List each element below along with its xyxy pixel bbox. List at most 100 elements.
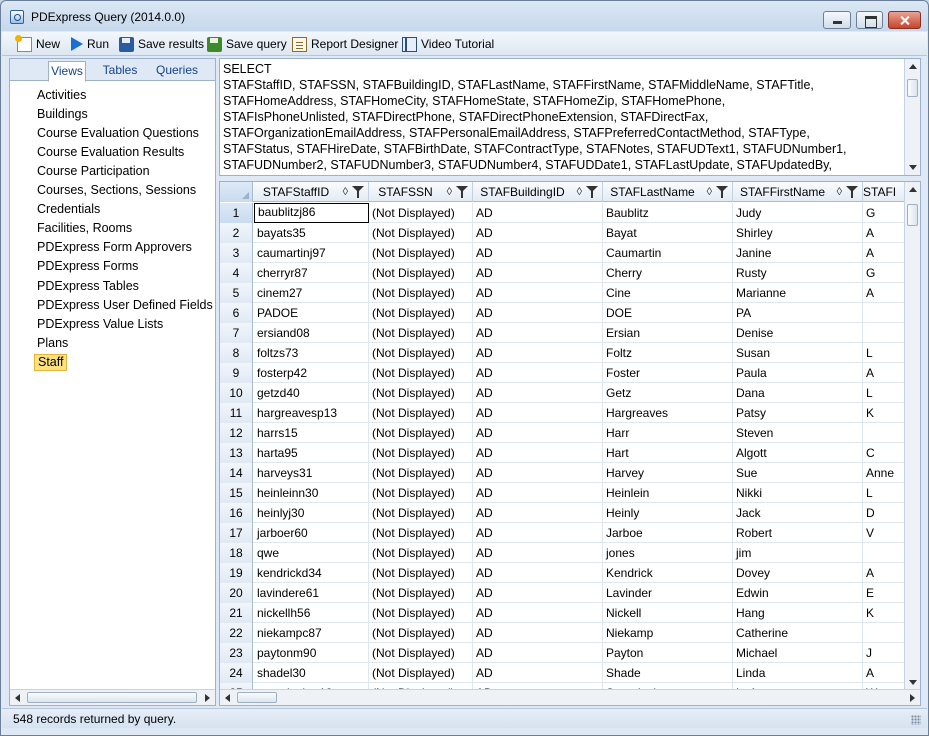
- row-number[interactable]: 21: [220, 603, 253, 623]
- row-number[interactable]: 24: [220, 663, 253, 683]
- table-cell[interactable]: L: [863, 483, 906, 503]
- row-number[interactable]: 11: [220, 403, 253, 423]
- table-row[interactable]: 3 caumartinj97 (Not Displayed) AD Caumartin J…: [220, 243, 906, 263]
- table-cell[interactable]: L: [863, 343, 906, 363]
- view-item[interactable]: Course Participation: [34, 163, 153, 180]
- table-cell[interactable]: Judy: [733, 203, 863, 223]
- table-cell[interactable]: Bayat: [603, 223, 733, 243]
- table-cell[interactable]: AD: [473, 603, 603, 623]
- scroll-thumb[interactable]: [907, 204, 918, 226]
- table-cell[interactable]: Ersian: [603, 323, 733, 343]
- grid-horizontal-scrollbar[interactable]: [220, 689, 920, 705]
- table-cell[interactable]: Lavinder: [603, 583, 733, 603]
- view-item[interactable]: Activities: [34, 87, 89, 104]
- table-cell[interactable]: (Not Displayed): [369, 643, 473, 663]
- table-cell[interactable]: AD: [473, 543, 603, 563]
- scroll-up-icon[interactable]: [909, 64, 917, 69]
- table-cell[interactable]: (Not Displayed): [369, 323, 473, 343]
- column-header[interactable]: STAFLastName ◊: [603, 182, 733, 202]
- table-cell[interactable]: Baublitz: [603, 203, 733, 223]
- table-cell[interactable]: bayats35: [254, 223, 369, 243]
- table-cell[interactable]: Heinlein: [603, 483, 733, 503]
- table-cell[interactable]: cinem27: [254, 283, 369, 303]
- table-cell[interactable]: Cherry: [603, 263, 733, 283]
- view-item[interactable]: Plans: [34, 335, 71, 352]
- table-cell[interactable]: (Not Displayed): [369, 623, 473, 643]
- table-cell[interactable]: Payton: [603, 643, 733, 663]
- table-row[interactable]: 8 foltzs73 (Not Displayed) AD Foltz Susan L: [220, 343, 906, 363]
- tab-tables[interactable]: Tables: [100, 61, 140, 81]
- sort-icon[interactable]: ◊: [343, 185, 348, 199]
- table-cell[interactable]: kendrickd34: [254, 563, 369, 583]
- column-header[interactable]: STAFFirstName ◊: [733, 182, 863, 202]
- filter-icon[interactable]: [456, 186, 468, 198]
- tab-queries[interactable]: Queries: [152, 61, 202, 81]
- table-row[interactable]: 15 heinleinn30 (Not Displayed) AD Heinlein Ni…: [220, 483, 906, 503]
- row-number[interactable]: 15: [220, 483, 253, 503]
- select-all-corner[interactable]: [220, 182, 253, 202]
- table-row[interactable]: 20 lavindere61 (Not Displayed) AD Lavinder Ed…: [220, 583, 906, 603]
- scroll-up-icon[interactable]: [909, 187, 917, 192]
- table-cell[interactable]: AD: [473, 383, 603, 403]
- table-row[interactable]: 6 PADOE (Not Displayed) AD DOE PA: [220, 303, 906, 323]
- table-cell[interactable]: V: [863, 523, 906, 543]
- table-row[interactable]: 5 cinem27 (Not Displayed) AD Cine Marianne A: [220, 283, 906, 303]
- table-cell[interactable]: E: [863, 583, 906, 603]
- table-cell[interactable]: AD: [473, 583, 603, 603]
- table-cell[interactable]: (Not Displayed): [369, 543, 473, 563]
- table-cell[interactable]: AD: [473, 403, 603, 423]
- new-button[interactable]: New: [15, 34, 60, 53]
- table-row[interactable]: 11 hargreavesp13 (Not Displayed) AD Hargreav…: [220, 403, 906, 423]
- row-number[interactable]: 3: [220, 243, 253, 263]
- row-number[interactable]: 7: [220, 323, 253, 343]
- table-cell[interactable]: getzd40: [254, 383, 369, 403]
- table-cell[interactable]: Jarboe: [603, 523, 733, 543]
- table-cell[interactable]: hargreavesp13: [254, 403, 369, 423]
- table-row[interactable]: 19 kendrickd34 (Not Displayed) AD Kendrick Do…: [220, 563, 906, 583]
- row-number[interactable]: 20: [220, 583, 253, 603]
- table-cell[interactable]: paytonm90: [254, 643, 369, 663]
- table-cell[interactable]: (Not Displayed): [369, 423, 473, 443]
- sql-line[interactable]: SELECT: [223, 61, 903, 77]
- report-designer-button[interactable]: Report Designer: [292, 35, 398, 53]
- table-cell[interactable]: C: [863, 443, 906, 463]
- view-item[interactable]: PDExpress Value Lists: [34, 316, 166, 333]
- table-cell[interactable]: Anne: [863, 463, 906, 483]
- row-number[interactable]: 16: [220, 503, 253, 523]
- table-cell[interactable]: (Not Displayed): [369, 383, 473, 403]
- table-cell[interactable]: Hart: [603, 443, 733, 463]
- table-cell[interactable]: A: [863, 663, 906, 683]
- table-cell[interactable]: (Not Displayed): [369, 503, 473, 523]
- table-cell[interactable]: (Not Displayed): [369, 483, 473, 503]
- sql-text[interactable]: SELECT STAFStaffID, STAFSSN, STAFBuilding…: [223, 61, 903, 173]
- table-cell[interactable]: Michael: [733, 643, 863, 663]
- table-row[interactable]: 14 harveys31 (Not Displayed) AD Harvey Sue Ann…: [220, 463, 906, 483]
- table-cell[interactable]: A: [863, 283, 906, 303]
- table-row[interactable]: 16 heinlyj30 (Not Displayed) AD Heinly Jack D: [220, 503, 906, 523]
- horizontal-scrollbar[interactable]: [10, 689, 215, 705]
- table-cell[interactable]: AD: [473, 203, 603, 223]
- table-cell[interactable]: Nikki: [733, 483, 863, 503]
- scroll-left-icon[interactable]: [225, 694, 230, 702]
- view-item[interactable]: Facilities, Rooms: [34, 220, 135, 237]
- table-cell[interactable]: Marianne: [733, 283, 863, 303]
- table-cell[interactable]: Foltz: [603, 343, 733, 363]
- table-cell[interactable]: Linda: [733, 663, 863, 683]
- table-cell[interactable]: harrs15: [254, 423, 369, 443]
- table-cell[interactable]: [863, 543, 906, 563]
- view-item[interactable]: Courses, Sections, Sessions: [34, 182, 199, 199]
- save-results-button[interactable]: Save results: [119, 35, 204, 53]
- table-cell[interactable]: AD: [473, 283, 603, 303]
- table-cell[interactable]: (Not Displayed): [369, 583, 473, 603]
- table-cell[interactable]: baublitzj86: [254, 203, 369, 223]
- table-row[interactable]: 23 paytonm90 (Not Displayed) AD Payton Michae…: [220, 643, 906, 663]
- row-number[interactable]: 5: [220, 283, 253, 303]
- table-cell[interactable]: (Not Displayed): [369, 563, 473, 583]
- row-number[interactable]: 4: [220, 263, 253, 283]
- table-cell[interactable]: (Not Displayed): [369, 243, 473, 263]
- table-cell[interactable]: K: [863, 403, 906, 423]
- table-cell[interactable]: AD: [473, 423, 603, 443]
- table-cell[interactable]: Harvey: [603, 463, 733, 483]
- table-cell[interactable]: Foster: [603, 363, 733, 383]
- table-cell[interactable]: Caumartin: [603, 243, 733, 263]
